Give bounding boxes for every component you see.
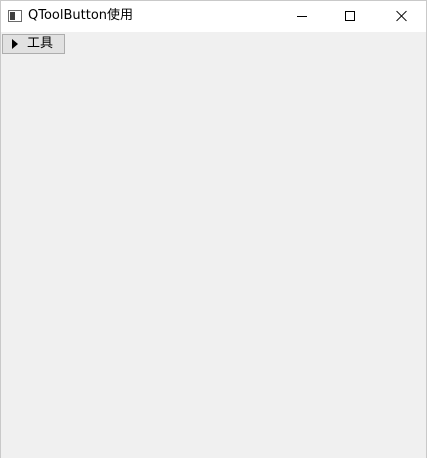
maximize-button[interactable]	[328, 1, 374, 32]
tool-button-label: 工具	[27, 36, 54, 51]
app-icon	[8, 10, 22, 22]
maximize-icon	[345, 11, 355, 21]
client-area: 工具	[1, 32, 426, 461]
main-window: QToolButton使用 工具	[0, 0, 427, 462]
title-bar[interactable]: QToolButton使用	[1, 1, 426, 32]
minimize-button[interactable]	[280, 1, 326, 32]
minimize-icon	[297, 16, 307, 17]
window-title: QToolButton使用	[28, 8, 134, 23]
close-button[interactable]	[379, 1, 425, 32]
tool-button[interactable]: 工具	[2, 34, 65, 54]
window-bottom-edge	[0, 458, 427, 462]
play-arrow-icon	[12, 39, 18, 49]
close-icon	[396, 10, 408, 22]
